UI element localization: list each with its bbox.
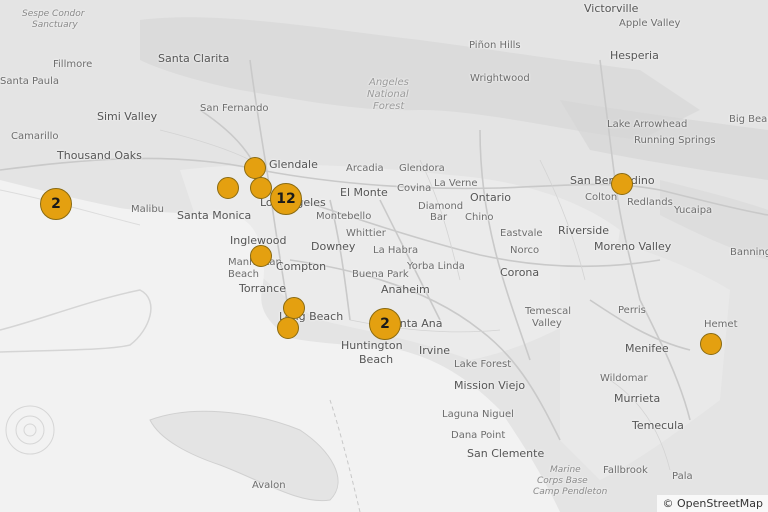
map-label-glendora: Glendora bbox=[399, 163, 445, 174]
map-label-santa-monica: Santa Monica bbox=[177, 209, 252, 222]
map-label-yorba-linda: Yorba Linda bbox=[407, 261, 465, 272]
map-label-angeles: Angeles bbox=[369, 77, 409, 88]
map-label-camp-pendleton: Camp Pendleton bbox=[533, 487, 608, 497]
map-label-murrieta: Murrieta bbox=[614, 392, 661, 405]
map-label-moreno-valley: Moreno Valley bbox=[594, 240, 672, 253]
map-label-el-monte: El Monte bbox=[340, 186, 388, 199]
map-label-avalon: Avalon bbox=[252, 480, 286, 491]
map-label-san-fernando: San Fernando bbox=[200, 103, 269, 114]
map-label-temecula: Temecula bbox=[632, 419, 684, 432]
map-label-beach-1: Beach bbox=[228, 269, 259, 280]
map-label-chino: Chino bbox=[465, 212, 494, 223]
map-label-sanctuary: Sanctuary bbox=[32, 20, 78, 30]
map-label-corona: Corona bbox=[500, 266, 540, 279]
map-label-huntington: Huntington bbox=[341, 339, 403, 352]
map-label-covina: Covina bbox=[397, 183, 432, 194]
map-label-victorville: Victorville bbox=[584, 2, 639, 15]
map-label-forest: Forest bbox=[373, 101, 405, 112]
map-label-running-springs: Running Springs bbox=[634, 135, 716, 146]
location-marker-glendale[interactable] bbox=[244, 157, 266, 179]
location-marker-long-beach-2[interactable] bbox=[277, 317, 299, 339]
location-marker-san-bernardino[interactable] bbox=[611, 173, 633, 195]
map-label-whittier: Whittier bbox=[346, 228, 386, 239]
location-marker-inglewood[interactable] bbox=[250, 245, 272, 267]
map-label-menifee: Menifee bbox=[625, 342, 669, 355]
map-label-la-verne: La Verne bbox=[434, 178, 478, 189]
map-label-norco: Norco bbox=[510, 245, 540, 256]
location-marker-long-beach-1[interactable] bbox=[283, 297, 305, 319]
map-label-glendale: Glendale bbox=[269, 158, 318, 171]
map-label-valley: Valley bbox=[532, 318, 562, 329]
map-label-lake-forest: Lake Forest bbox=[454, 359, 512, 370]
map-label-temescal: Temescal bbox=[525, 306, 572, 317]
map-label-camarillo: Camarillo bbox=[11, 131, 59, 142]
map-label-hemet: Hemet bbox=[704, 319, 738, 330]
map-label-corps-base: Corps Base bbox=[537, 476, 588, 486]
location-marker-hollywood[interactable] bbox=[217, 177, 239, 199]
map-label-big-bear: Big Bear bbox=[729, 114, 768, 125]
map-label-pinon-hills: Piñon Hills bbox=[469, 40, 521, 51]
map-label-riverside: Riverside bbox=[558, 224, 610, 237]
map-label-apple-valley: Apple Valley bbox=[619, 18, 681, 29]
map-label-banning: Banning bbox=[730, 247, 768, 258]
map-label-bar: Bar bbox=[430, 212, 448, 223]
map-label-thousand-oaks: Thousand Oaks bbox=[57, 149, 142, 162]
map-label-hesperia: Hesperia bbox=[610, 49, 659, 62]
map-label-anaheim: Anaheim bbox=[381, 283, 430, 296]
map-label-compton: Compton bbox=[276, 260, 327, 273]
map-label-torrance: Torrance bbox=[239, 282, 286, 295]
map-label-fallbrook: Fallbrook bbox=[603, 465, 648, 476]
map-label-ontario: Ontario bbox=[470, 191, 511, 204]
map-label-downey: Downey bbox=[311, 240, 356, 253]
map-label-malibu: Malibu bbox=[131, 204, 164, 215]
map-label-pala: Pala bbox=[672, 471, 693, 482]
map-label-arcadia: Arcadia bbox=[346, 163, 384, 174]
cluster-marker-malibu-coast[interactable]: 2 bbox=[40, 188, 72, 220]
location-marker-hemet[interactable] bbox=[700, 333, 722, 355]
map-label-beach-2: Beach bbox=[359, 353, 394, 366]
map-label-wildomar: Wildomar bbox=[600, 373, 648, 384]
map-label-mission-viejo: Mission Viejo bbox=[454, 379, 526, 392]
map-label-buena-park: Buena Park bbox=[352, 269, 409, 280]
map-label-lake-arrowhead: Lake Arrowhead bbox=[607, 119, 688, 130]
cluster-marker-santa-ana[interactable]: 2 bbox=[369, 308, 401, 340]
map-label-montebello: Montebello bbox=[316, 211, 372, 222]
cluster-marker-los-angeles[interactable]: 12 bbox=[270, 183, 302, 215]
map-label-simi-valley: Simi Valley bbox=[97, 110, 158, 123]
map-label-eastvale: Eastvale bbox=[500, 228, 543, 239]
map-label-perris: Perris bbox=[618, 305, 646, 316]
map-label-sespe-condor: Sespe Condor bbox=[22, 9, 85, 19]
map-label-diamond: Diamond bbox=[418, 201, 464, 212]
map-label-santa-clarita: Santa Clarita bbox=[158, 52, 230, 65]
map-label-laguna-niguel: Laguna Niguel bbox=[442, 409, 514, 420]
location-marker-la-north[interactable] bbox=[250, 177, 272, 199]
map-label-national: National bbox=[367, 89, 409, 100]
map-label-yucaipa: Yucaipa bbox=[674, 205, 713, 216]
map-label-dana-point: Dana Point bbox=[451, 430, 506, 441]
map-label-fillmore: Fillmore bbox=[53, 59, 93, 70]
map-label-redlands: Redlands bbox=[627, 197, 673, 208]
map-label-irvine: Irvine bbox=[419, 344, 451, 357]
map-view[interactable]: Sespe Condor Sanctuary Fillmore Santa Pa… bbox=[0, 0, 768, 512]
map-attribution[interactable]: © OpenStreetMap bbox=[657, 495, 768, 512]
map-label-marine: Marine bbox=[550, 465, 581, 475]
map-label-la-habra: La Habra bbox=[373, 245, 419, 256]
map-label-santa-paula: Santa Paula bbox=[0, 76, 59, 87]
map-label-wrightwood: Wrightwood bbox=[470, 73, 530, 84]
map-label-colton: Colton bbox=[585, 192, 618, 203]
map-label-san-clemente: San Clemente bbox=[467, 447, 545, 460]
